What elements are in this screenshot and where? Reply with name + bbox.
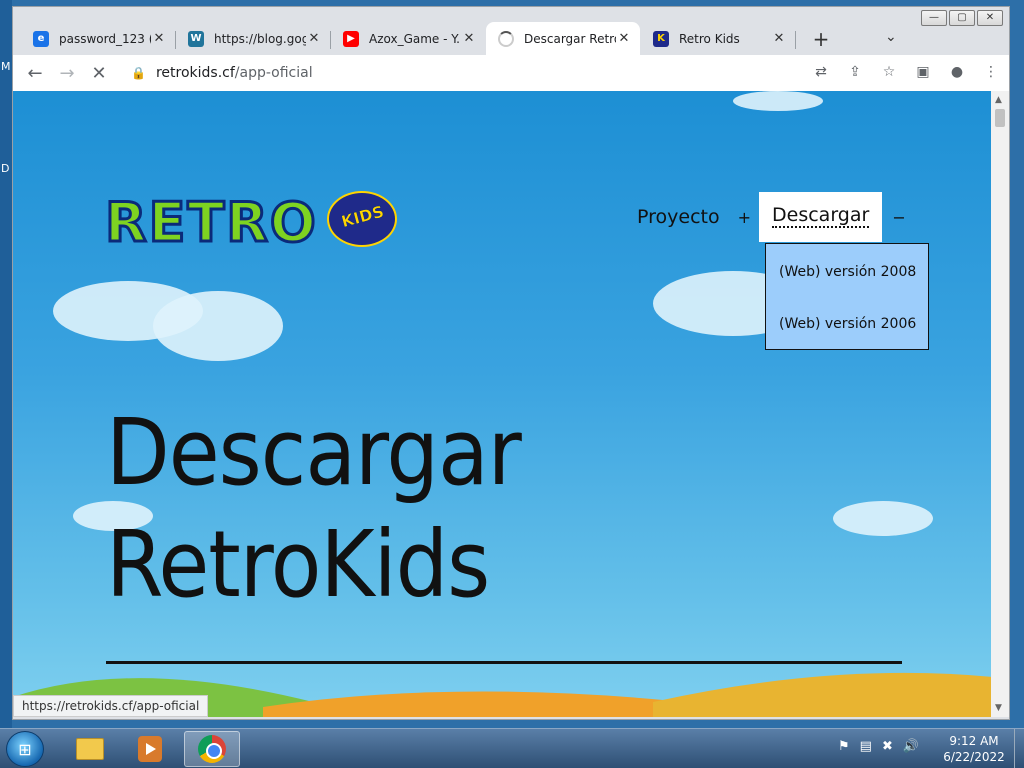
tab-title: Azox_Game - Y... (369, 31, 461, 46)
desktop-background: M D (0, 0, 12, 728)
close-tab-icon[interactable]: ✕ (461, 31, 477, 46)
tab-title: Descargar Retro... (524, 31, 616, 46)
wordpress-icon: W (188, 30, 204, 47)
chrome-taskbar-button[interactable] (184, 731, 240, 767)
lock-icon[interactable]: 🔒 (131, 66, 146, 80)
expand-proyecto-icon[interactable]: + (738, 208, 751, 227)
tab-title: Retro Kids (679, 31, 740, 46)
retrokids-logo[interactable]: RETRO KIDS (104, 190, 397, 256)
clock-date: 6/22/2022 (943, 750, 1005, 764)
logo-badge-text: KIDS (339, 201, 386, 232)
network-error-icon[interactable]: ✖ (882, 739, 893, 754)
tab-descargar[interactable]: Descargar Retro... ✕ (486, 22, 640, 55)
stop-loading-button[interactable]: ✕ (85, 59, 113, 87)
close-tab-icon[interactable]: ✕ (616, 31, 632, 46)
profile-icon[interactable]: ● (947, 61, 967, 83)
retrokids-icon: K (653, 30, 669, 47)
dropdown-item-web-2008[interactable]: (Web) versión 2008 (779, 264, 916, 280)
cloud (833, 501, 933, 536)
action-center-icon[interactable]: ⚑ (838, 739, 850, 754)
clock-time: 9:12 AM (949, 734, 999, 748)
tab-blog[interactable]: W https://blog.gog... ✕ (176, 22, 330, 55)
logo-text: RETRO (104, 190, 318, 256)
status-bar: https://retrokids.cf/app-oficial (13, 695, 209, 717)
chrome-icon (198, 735, 226, 763)
scroll-up-icon[interactable]: ▲ (995, 95, 1002, 105)
tab-strip: e password_123 (1) ✕ W https://blog.gog.… (13, 19, 1009, 55)
tab-title: https://blog.gog... (214, 31, 306, 46)
nav-proyecto[interactable]: Proyecto (625, 206, 732, 228)
page-scrollbar[interactable]: ▲ ▼ (991, 91, 1009, 717)
browser-window: — ▢ ✕ e password_123 (1) ✕ W https://blo… (12, 6, 1010, 720)
volume-icon[interactable]: 🔊 (903, 739, 919, 754)
cloud (153, 291, 283, 361)
page-title-line1: Descargar (106, 399, 522, 506)
descargar-dropdown: (Web) versión 2008 (Web) versión 2006 (765, 243, 929, 350)
taskbar: ⊞ ⚑ ▤ ✖ 🔊 9:12 AM 6/22/2022 (0, 728, 1024, 768)
folder-icon (76, 738, 104, 760)
scroll-thumb[interactable] (995, 109, 1005, 127)
back-button[interactable]: ← (21, 59, 49, 87)
page-title: Descargar RetroKids (106, 397, 522, 621)
nav-descargar[interactable]: Descargar (759, 192, 883, 242)
side-panel-icon[interactable]: ▣ (913, 61, 933, 83)
clock[interactable]: 9:12 AM 6/22/2022 (942, 733, 1006, 765)
show-desktop-button[interactable] (1014, 729, 1024, 768)
cloud (733, 91, 823, 111)
tab-title: password_123 (1) (59, 31, 151, 46)
edge-icon: e (33, 30, 49, 47)
tab-youtube[interactable]: ▶ Azox_Game - Y... ✕ (331, 22, 485, 55)
forward-button[interactable]: → (53, 59, 81, 87)
tab-password[interactable]: e password_123 (1) ✕ (21, 22, 175, 55)
media-player-taskbar-button[interactable] (122, 731, 178, 767)
youtube-icon: ▶ (343, 30, 359, 47)
system-tray: ⚑ ▤ ✖ 🔊 (838, 739, 919, 754)
nav-descargar-label: Descargar (772, 204, 870, 228)
logo-badge: KIDS (327, 191, 397, 247)
scroll-down-icon[interactable]: ▼ (995, 703, 1002, 713)
close-tab-icon[interactable]: ✕ (306, 31, 322, 46)
collapse-descargar-icon[interactable]: − (892, 208, 905, 227)
desktop-label: D (1, 162, 10, 175)
page-viewport: RETRO KIDS Proyecto + Descargar − (Web) … (13, 91, 993, 717)
close-tab-icon[interactable]: ✕ (771, 31, 787, 46)
start-button[interactable]: ⊞ (6, 731, 44, 767)
explorer-taskbar-button[interactable] (62, 731, 118, 767)
new-tab-button[interactable]: + (809, 27, 833, 51)
site-nav: Proyecto + Descargar − (625, 192, 906, 242)
translate-icon[interactable]: ⇄ (811, 61, 831, 83)
tab-divider (795, 31, 796, 49)
browser-toolbar: ← → ✕ 🔒 retrokids.cf/app-oficial ⇄ ⇪ ☆ ▣… (13, 55, 1009, 91)
tab-retrokids[interactable]: K Retro Kids ✕ (641, 22, 795, 55)
loading-icon (498, 30, 514, 47)
share-icon[interactable]: ⇪ (845, 61, 865, 83)
bookmark-star-icon[interactable]: ☆ (879, 61, 899, 83)
toolbar-actions: ⇄ ⇪ ☆ ▣ ● ⋮ (811, 61, 1001, 83)
dropdown-item-web-2006[interactable]: (Web) versión 2006 (779, 316, 916, 332)
page-title-line2: RetroKids (106, 511, 490, 618)
desktop-label: M (1, 60, 11, 73)
url-text: retrokids.cf/app-oficial (155, 65, 313, 81)
close-tab-icon[interactable]: ✕ (151, 31, 167, 46)
tab-search-icon[interactable]: ⌄ (885, 29, 897, 45)
network-icon[interactable]: ▤ (860, 739, 872, 754)
menu-icon[interactable]: ⋮ (981, 61, 1001, 83)
media-player-icon (138, 736, 162, 762)
